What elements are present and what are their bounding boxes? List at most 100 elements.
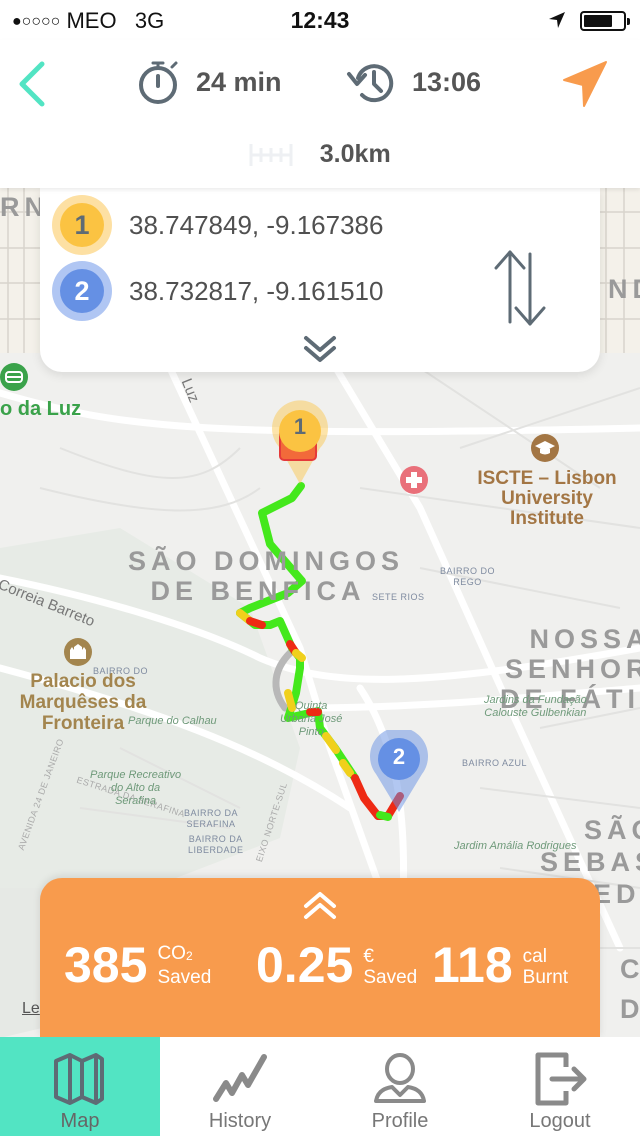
swap-vertical-icon — [494, 250, 546, 326]
district-label-top-right: ND — [608, 274, 640, 304]
map-pin-icon — [272, 400, 328, 484]
parque-calhau-label: Parque do Calhau — [128, 715, 217, 727]
co2-unit-bottom: Saved — [157, 967, 212, 988]
money-value: 0.25 — [256, 937, 354, 993]
swap-points-button[interactable] — [480, 238, 560, 328]
user-icon — [374, 1053, 426, 1103]
iscte-line: Institute — [510, 508, 584, 529]
iscte-label: ISCTE – Lisbon University Institute — [462, 469, 632, 529]
tab-profile[interactable]: Profile — [320, 1037, 480, 1136]
end-marker[interactable]: 2 — [370, 727, 428, 814]
double-chevron-down-icon — [304, 336, 336, 362]
back-button[interactable] — [12, 60, 52, 108]
arrival-time: 13:06 — [346, 60, 481, 104]
stadium-label: o da Luz — [0, 398, 82, 420]
arrival-value: 13:06 — [412, 66, 482, 97]
double-chevron-up-icon — [304, 892, 336, 919]
origin-badge-number: 1 — [60, 203, 104, 247]
trend-icon — [213, 1054, 267, 1102]
label-line: LIBERDADE — [188, 845, 244, 855]
money-unit: € Saved — [363, 946, 417, 988]
distance-value: 3.0km — [319, 140, 391, 168]
tab-label: Logout — [529, 1110, 591, 1132]
status-bar: ●○○○○ MEO 3G 12:43 — [0, 0, 640, 40]
label-line: REGO — [453, 577, 482, 587]
calories-burnt-stat: 118 cal Burnt — [432, 940, 568, 990]
map-icon — [54, 1053, 104, 1105]
label-line: Parque Recreativo — [90, 769, 182, 781]
label-line: BAIRRO DA — [188, 834, 243, 844]
navigate-button[interactable] — [558, 60, 612, 108]
label-line: Pinto — [298, 726, 324, 738]
quinta-label: Quinta Urbana José Pinto — [280, 700, 342, 739]
trip-stats-card: 385 CO2 Saved 0.25 € Saved 118 cal Burnt — [40, 878, 600, 1038]
label-line: SERAFINA — [186, 819, 236, 829]
trip-duration: 24 min — [136, 60, 282, 104]
bairro-do-label: BAIRRO DO — [93, 666, 149, 676]
bairro-serafina-label: BAIRRO DA SERAFINA — [184, 808, 238, 830]
iscte-line: ISCTE – Lisbon — [477, 468, 617, 489]
history-clock-icon — [347, 64, 394, 103]
label-line: Serafina — [115, 795, 157, 807]
district-line: São Domingos — [128, 546, 405, 576]
label-line: Jardins da Fundação — [484, 694, 587, 706]
label-line: Urbana José — [280, 713, 343, 725]
label-line: BAIRRO DO — [440, 566, 496, 576]
origin-coords: 38.747849, -9.167386 — [129, 209, 384, 240]
sete-rios-label: SETE RIOS — [372, 592, 425, 602]
origin-row[interactable]: 1 38.747849, -9.167386 — [52, 194, 383, 256]
palace-icon[interactable] — [64, 638, 92, 666]
duration-value: 24 min — [196, 66, 282, 97]
tab-logout[interactable]: Logout — [480, 1037, 640, 1136]
start-marker-label: 1 — [293, 414, 307, 439]
label-line: Calouste Gulbenkian — [484, 707, 587, 719]
map-legal-link[interactable]: Le — [22, 1000, 40, 1018]
money-unit-bottom: Saved — [363, 967, 418, 988]
co2-unit-top: CO — [157, 943, 186, 964]
palacio-line: Marquêses da — [19, 692, 147, 713]
tab-label: History — [208, 1110, 272, 1132]
tab-history[interactable]: History — [160, 1037, 320, 1136]
parque-recreativo-label: Parque Recreativo do Alto da Serafina — [90, 769, 181, 808]
graduation-cap-icon[interactable] — [531, 434, 559, 462]
bairro-azul-label: BAIRRO AZUL — [462, 758, 528, 768]
chevron-left-icon — [19, 61, 45, 107]
ruler-icon — [249, 143, 293, 166]
co2-saved-stat: 385 CO2 Saved — [64, 940, 211, 990]
destination-badge-number: 2 — [60, 269, 104, 313]
battery-icon — [580, 11, 630, 31]
navigation-arrow-icon — [563, 61, 607, 107]
destination-badge: 2 — [52, 261, 112, 321]
stadium-icon[interactable] — [0, 363, 28, 391]
expand-stats-button[interactable] — [300, 888, 340, 924]
district-label-sao-domingos: São Domingos de Benfica — [128, 546, 405, 606]
edge-label-c: C — [620, 954, 640, 984]
collapse-card-button[interactable] — [298, 332, 342, 366]
location-arrow-icon — [549, 12, 565, 28]
edge-label-d: D — [620, 994, 640, 1024]
route-points-card: 1 38.747849, -9.167386 2 38.732817, -9.1… — [40, 188, 600, 372]
start-marker[interactable]: 1 — [270, 400, 330, 486]
logout-icon — [535, 1052, 587, 1106]
tab-label: Profile — [371, 1110, 429, 1132]
label-line: BAIRRO DA — [184, 808, 239, 818]
co2-value: 385 — [64, 937, 148, 993]
label-line: do Alto da — [110, 782, 161, 794]
status-time: 12:43 — [290, 7, 350, 33]
tab-map[interactable]: Map — [0, 1037, 160, 1136]
district-line: Nossa — [529, 624, 640, 654]
map-pin-icon — [370, 727, 428, 812]
stopwatch-icon — [139, 61, 178, 104]
end-marker-label: 2 — [392, 744, 406, 769]
tab-label: Map — [60, 1110, 100, 1132]
hospital-icon[interactable] — [400, 466, 428, 494]
calories-value: 118 — [432, 937, 513, 993]
jardim-amalia-label: Jardim Amália Rodrigues — [454, 840, 577, 852]
trip-distance: 3.0km — [0, 140, 640, 169]
destination-row[interactable]: 2 38.732817, -9.161510 — [52, 260, 383, 322]
district-line: de Benfica — [150, 576, 366, 606]
money-unit-top: € — [363, 946, 374, 967]
origin-badge: 1 — [52, 195, 112, 255]
co2-unit: CO2 Saved — [157, 943, 211, 988]
co2-unit-sub: 2 — [185, 949, 193, 963]
